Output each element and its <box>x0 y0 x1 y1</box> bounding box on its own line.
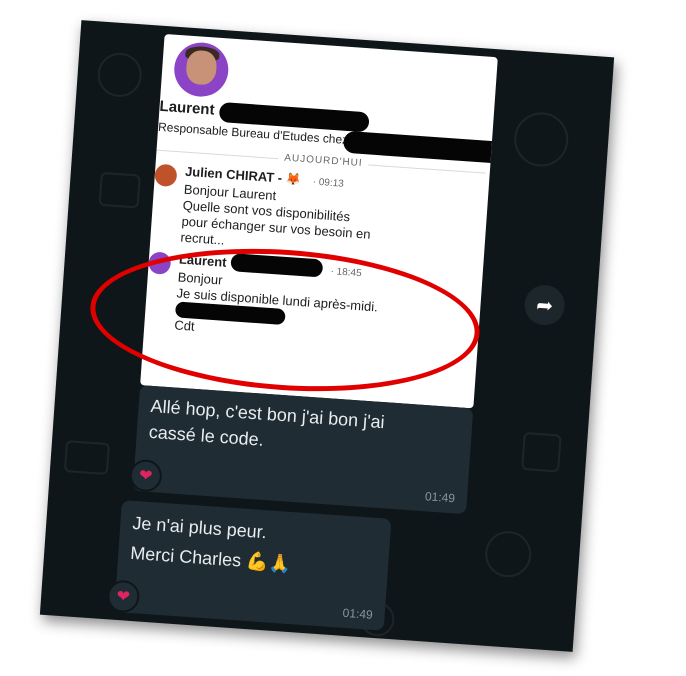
message-bubble[interactable]: Allé hop, c'est bon j'ai bon j'ai cassé … <box>132 385 474 515</box>
wallpaper-doodle <box>63 440 110 476</box>
forward-arrow-icon[interactable]: ➦ <box>523 283 567 327</box>
wallpaper-doodle <box>96 51 144 99</box>
message-bubble[interactable]: Je n'ai plus peur. Merci Charles 💪🙏 01:4… <box>114 500 392 631</box>
day-label: AUJOURD'HUI <box>277 152 369 170</box>
message-line: recrut... <box>180 229 226 248</box>
wallpaper-doodle <box>483 529 533 579</box>
profile-name: Laurent <box>159 97 216 119</box>
message-time: 01:49 <box>342 605 374 622</box>
message-text: Merci Charles 💪🙏 <box>129 542 292 575</box>
julien-avatar <box>154 163 178 188</box>
wallpaper-doodle <box>521 431 562 473</box>
profile-avatar <box>172 40 231 99</box>
message-text: Je n'ai plus peur. <box>131 512 268 543</box>
wallpaper-doodle <box>512 110 571 169</box>
fox-icon: 🦊 <box>285 171 302 187</box>
message-time: 01:49 <box>424 489 456 506</box>
message-time: · 09:13 <box>312 176 345 190</box>
wallpaper-doodle <box>98 171 141 209</box>
